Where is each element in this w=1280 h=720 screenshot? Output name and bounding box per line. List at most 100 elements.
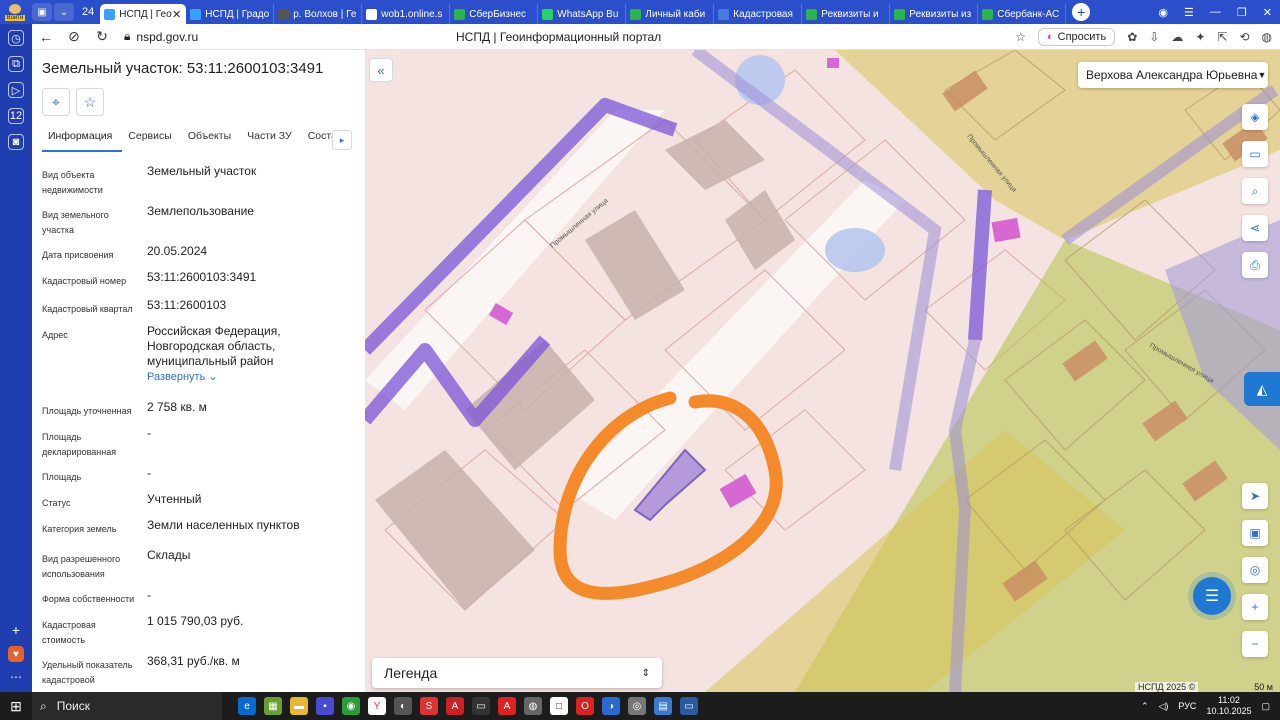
volume-icon[interactable]: ◁) (1158, 701, 1168, 712)
browser-tab[interactable]: Личный каби (626, 4, 715, 24)
expand-address-link[interactable]: Развернуть (147, 371, 205, 383)
tabs-overview-icon[interactable]: ▣ (32, 3, 52, 21)
bookmarks-icon[interactable]: ☰ (1184, 6, 1194, 19)
acrobat-icon[interactable]: A (446, 697, 464, 715)
maximize-button[interactable]: ❐ (1237, 6, 1247, 19)
puzzle-icon[interactable]: ✦ (1195, 30, 1205, 44)
back-button[interactable]: ← (32, 29, 60, 45)
tabs-scroll-right-icon[interactable]: ▸ (332, 130, 352, 150)
edge-icon[interactable]: e (238, 697, 256, 715)
layers-icon[interactable]: ◈ (1242, 104, 1268, 130)
browser-tab[interactable]: СберБизнес (450, 4, 539, 24)
app-icon[interactable]: ▭ (680, 697, 698, 715)
tabs-menu-chevron-icon[interactable]: ⌄ (54, 3, 74, 21)
browser-tab[interactable]: Кадастровая (714, 4, 803, 24)
screenshot-icon[interactable]: ◙ (8, 134, 24, 150)
panel-tab[interactable]: Объекты (182, 130, 241, 152)
minimap-icon[interactable]: ▣ (1242, 520, 1268, 546)
app-icon[interactable]: ▤ (654, 697, 672, 715)
browser-tab[interactable]: wob1.online.s (362, 4, 451, 24)
url-field[interactable]: 🔒︎ nspd.gov.ru (124, 29, 198, 44)
ruler-icon[interactable]: ▭ (1242, 141, 1268, 167)
favorites-icon[interactable]: ♥ (8, 646, 24, 662)
cloud-icon[interactable]: ☁ (1171, 30, 1183, 44)
favorite-star-button[interactable]: ☆ (76, 88, 104, 116)
browser-tab[interactable]: Сбербанк-АС (978, 4, 1067, 24)
panel-tab[interactable]: Части ЗУ (241, 130, 302, 152)
tab-label: Личный каби (645, 8, 706, 20)
search-area-icon[interactable]: ⌕ (1242, 178, 1268, 204)
collapse-panel-button[interactable]: « (369, 58, 393, 82)
tab-label: WhatsApp Bu (557, 8, 619, 20)
extension-icon[interactable]: ✿ (1127, 30, 1137, 44)
translate-icon[interactable]: ⟲ (1239, 30, 1249, 44)
app-icon[interactable]: ◐ (394, 697, 412, 715)
browser-tab[interactable]: НСПД | Градо (186, 4, 275, 24)
map-canvas[interactable] (365, 50, 1280, 692)
legend-dropdown[interactable]: Легенда ⇕ (372, 658, 662, 688)
sidebar-settings-icon[interactable]: ⋯ (10, 670, 22, 684)
locate-on-map-button[interactable]: ⌖ (42, 88, 70, 116)
close-tab-icon[interactable]: ✕ (172, 8, 181, 21)
location-icon[interactable]: ◎ (1242, 557, 1268, 583)
panel-tab[interactable]: Информация (42, 130, 123, 152)
clock[interactable]: 11:02 10.10.2025 (1206, 695, 1251, 717)
yandex-browser-icon[interactable]: Y (368, 697, 386, 715)
browser-tab[interactable]: р. Волхов | Ге (274, 4, 363, 24)
tab-label: Кадастровая (733, 8, 793, 20)
navigate-icon[interactable]: ➤ (1242, 483, 1268, 509)
share-icon[interactable]: ⋖ (1242, 215, 1268, 241)
login-button[interactable]: Войти (0, 0, 30, 24)
protect-icon[interactable]: ⊘ (60, 28, 88, 45)
zoom-in-button[interactable]: + (1242, 594, 1268, 620)
tab-label: wob1.online.s (381, 8, 443, 20)
favicon-icon (806, 8, 818, 20)
attribute-value: 368,31 руб./кв. м (147, 654, 347, 669)
chat-icon[interactable]: ☰ (1193, 577, 1231, 615)
notifications-icon[interactable]: ▢ (1261, 701, 1270, 712)
app-icon[interactable]: ▦ (264, 697, 282, 715)
minimize-button[interactable]: — (1210, 6, 1221, 19)
app-icon[interactable]: ▭ (472, 697, 490, 715)
nspd-logo-icon[interactable]: ◭ (1244, 372, 1280, 406)
chevron-down-icon[interactable]: ⌄ (205, 371, 217, 383)
reload-button[interactable]: ↻ (88, 28, 116, 45)
download-icon[interactable]: ⇩ (1149, 30, 1159, 44)
zoom-out-button[interactable]: − (1242, 631, 1268, 657)
app-icon[interactable]: ◎ (628, 697, 646, 715)
language-indicator[interactable]: РУС (1178, 701, 1196, 711)
map-view[interactable]: Промышленная улица Промышленная улица Пр… (365, 50, 1280, 692)
new-tab-button[interactable]: + (1072, 3, 1091, 21)
windows-start-icon[interactable]: ⊞ (0, 698, 32, 715)
opera-icon[interactable]: O (576, 697, 594, 715)
profile-icon[interactable]: ◉ (1158, 6, 1168, 19)
favicon-icon (190, 8, 202, 20)
collections-icon[interactable]: ⧉ (8, 56, 24, 72)
browser-tab[interactable]: WhatsApp Bu (538, 4, 627, 24)
panel-tab[interactable]: Сервисы (122, 130, 182, 152)
browser-tab[interactable]: Реквизиты и (802, 4, 891, 24)
close-window-button[interactable]: ✕ (1263, 6, 1272, 19)
app-icon[interactable]: A (498, 697, 516, 715)
save-icon[interactable]: ▪ (316, 697, 334, 715)
share-icon[interactable]: ⇱ (1217, 30, 1227, 44)
bookmark-icon[interactable]: ☆ (1015, 30, 1026, 44)
print-icon[interactable]: ⎙ (1242, 252, 1268, 278)
folder-icon[interactable]: ▬ (290, 697, 308, 715)
ask-ai-button[interactable]: ◐ Спросить (1037, 27, 1116, 46)
calendar-icon[interactable]: 12 (8, 108, 24, 124)
browser-tab[interactable]: Реквизиты из (890, 4, 979, 24)
tray-arrow-icon[interactable]: ⌃ (1141, 701, 1149, 712)
app-icon[interactable]: S (420, 697, 438, 715)
history-icon[interactable]: ◷ (8, 30, 24, 46)
app-icon[interactable]: ◑ (602, 697, 620, 715)
account-icon[interactable]: ◍ (1262, 30, 1272, 44)
chrome-icon[interactable]: ◉ (342, 697, 360, 715)
browser-tab[interactable]: НСПД | Гео ✕ (100, 4, 187, 24)
media-icon[interactable]: ▷ (8, 82, 24, 98)
add-panel-icon[interactable]: + (12, 622, 20, 638)
app-icon[interactable]: □ (550, 697, 568, 715)
taskbar-search[interactable]: ⌕ Поиск (32, 692, 222, 720)
user-dropdown[interactable]: Верхова Александра Юрьевна ▼ (1078, 62, 1268, 88)
app-icon[interactable]: ◍ (524, 697, 542, 715)
